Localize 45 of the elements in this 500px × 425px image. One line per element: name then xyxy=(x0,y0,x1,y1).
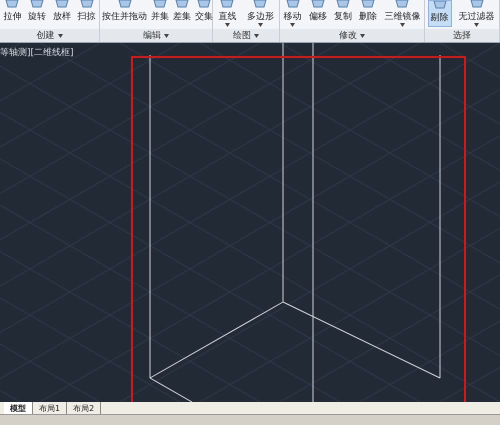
viewport-label[interactable]: 等轴测][二维线框] xyxy=(0,46,74,59)
tool-icon xyxy=(78,0,95,8)
ribbon-button[interactable]: 删除 xyxy=(357,0,380,27)
tool-icon xyxy=(152,0,168,8)
tool-icon xyxy=(284,0,301,8)
ribbon-button[interactable]: 三维镜像 xyxy=(382,0,422,27)
ribbon-button[interactable]: 偏移 xyxy=(306,0,329,27)
panel-title: 绘图 xyxy=(233,30,251,42)
tool-icon xyxy=(174,0,190,8)
ribbon-button[interactable]: 复制 xyxy=(332,0,354,27)
ribbon-button[interactable]: 无过滤器 xyxy=(456,0,496,27)
layout-tab[interactable]: 模型 xyxy=(4,402,33,414)
ribbon-button[interactable]: 交集 xyxy=(193,0,215,27)
tool-icon xyxy=(219,0,236,8)
panel-title: 创建 xyxy=(36,30,54,42)
tool-icon xyxy=(310,0,326,8)
ribbon-button[interactable]: 移动 xyxy=(282,0,304,27)
caret-icon[interactable] xyxy=(360,34,365,38)
ribbon-button[interactable]: 旋转 xyxy=(26,0,48,27)
tool-icon xyxy=(394,0,410,8)
ribbon-button[interactable]: 直线 xyxy=(216,0,238,27)
tool-icon xyxy=(29,0,46,8)
caret-icon[interactable] xyxy=(164,34,169,38)
ribbon-button[interactable]: 拉伸 xyxy=(1,0,24,27)
tool-icon xyxy=(116,0,132,8)
tool-icon xyxy=(4,0,20,8)
panel-title: 修改 xyxy=(339,30,357,42)
ribbon-button[interactable]: 扫掠 xyxy=(76,0,98,27)
tool-icon xyxy=(468,0,484,8)
tool-icon xyxy=(252,0,268,8)
panel-title: 编辑 xyxy=(143,30,161,42)
ribbon-button[interactable]: 并集 xyxy=(149,0,171,27)
caret-icon[interactable] xyxy=(254,34,259,38)
panel-title: 选择 xyxy=(453,30,471,42)
caret-icon[interactable] xyxy=(58,34,62,38)
tool-icon xyxy=(334,0,351,8)
tool-icon xyxy=(54,0,70,8)
ribbon-button[interactable]: 按住并拖动 xyxy=(100,0,149,27)
tool-icon xyxy=(432,1,448,9)
ribbon-button[interactable]: 放样 xyxy=(50,0,73,27)
ribbon-button[interactable]: 多边形 xyxy=(244,0,276,27)
tool-icon xyxy=(360,0,376,8)
ribbon-button[interactable]: 剔除 xyxy=(428,0,452,27)
tool-icon xyxy=(196,0,212,8)
ribbon-button[interactable]: 差集 xyxy=(171,0,193,27)
